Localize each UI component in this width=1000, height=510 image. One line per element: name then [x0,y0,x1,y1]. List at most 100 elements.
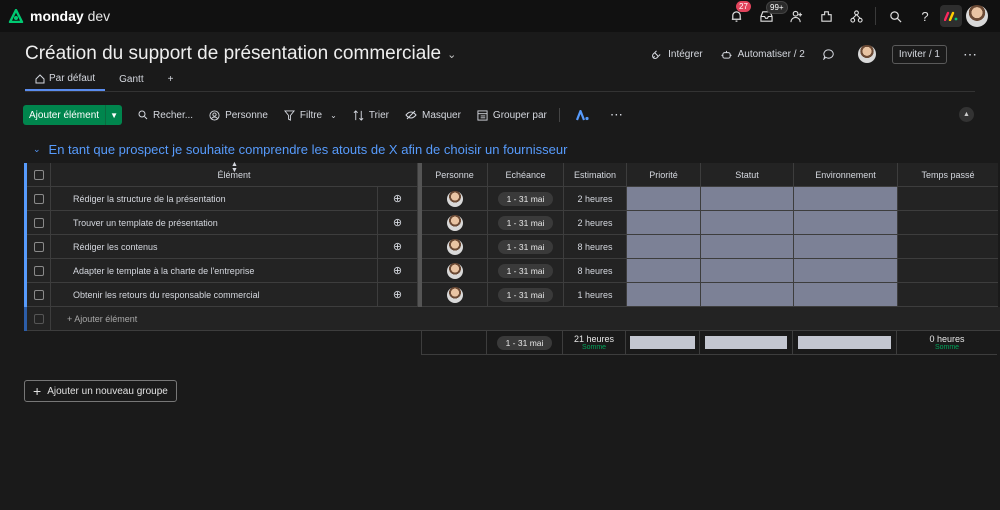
row-checkbox[interactable] [33,217,44,228]
time-spent-cell[interactable] [898,259,998,283]
person-cell[interactable] [422,283,488,307]
environment-cell[interactable] [794,235,898,259]
person-filter-button[interactable]: Personne [209,110,268,121]
status-cell[interactable] [701,235,794,259]
status-cell[interactable] [701,283,794,307]
time-spent-cell[interactable] [898,211,998,235]
integrate-button[interactable]: Intégrer [651,49,703,60]
help-button[interactable]: ? [910,0,940,32]
estimate-cell[interactable]: 8 heures [564,259,627,283]
logo[interactable]: monday dev [8,8,110,24]
ai-assistant-button[interactable] [575,109,594,121]
estimate-cell[interactable]: 2 heures [564,211,627,235]
invite-button[interactable]: Inviter / 1 [891,44,947,64]
column-header-status[interactable]: Statut [701,163,794,187]
column-header-environment[interactable]: Environnement [794,163,898,187]
item-updates-cell[interactable]: ⊕ [378,187,418,211]
item-name-cell[interactable]: Trouver un template de présentation [51,211,378,235]
person-cell[interactable] [422,259,488,283]
priority-cell[interactable] [627,187,701,211]
item-updates-cell[interactable]: ⊕ [378,235,418,259]
status-cell[interactable] [701,187,794,211]
status-cell[interactable] [701,211,794,235]
add-item-row[interactable]: + Ajouter élément [24,307,1000,331]
board-title[interactable]: Création du support de présentation comm… [25,43,456,65]
due-cell[interactable]: 1 - 31 mai [488,283,564,307]
environment-cell[interactable] [794,283,898,307]
row-checkbox[interactable] [33,289,44,300]
more-toolbar-options-icon[interactable]: ⋯ [610,107,623,123]
automate-button[interactable]: Automatiser / 2 [721,49,805,60]
estimate-cell[interactable]: 8 heures [564,235,627,259]
person-cell[interactable] [422,211,488,235]
add-item-input[interactable]: + Ajouter élément [51,307,1000,331]
filter-button[interactable]: Filtre ⌄ [283,110,337,121]
due-cell[interactable]: 1 - 31 mai [488,187,564,211]
estimate-cell[interactable]: 1 heures [564,283,627,307]
column-header-item[interactable]: Élément ▲ ▼ [51,161,418,187]
priority-cell[interactable] [627,211,701,235]
column-header-time-spent[interactable]: Temps passé [898,163,998,187]
item-name-cell[interactable]: Adapter le template à la charte de l'ent… [51,259,378,283]
item-updates-cell[interactable]: ⊕ [378,259,418,283]
column-header-estimate[interactable]: Estimation [564,163,627,187]
add-new-group-button[interactable]: + Ajouter un nouveau groupe [24,380,177,402]
notifications-button[interactable]: 27 [721,0,751,32]
time-spent-cell[interactable] [898,187,998,211]
column-header-person[interactable]: Personne [422,163,488,187]
group-title[interactable]: ⌄ En tant que prospect je souhaite compr… [33,142,567,157]
search-button[interactable] [880,0,910,32]
item-name-cell[interactable]: Rédiger la structure de la présentation [51,187,378,211]
tab-gantt[interactable]: Gantt [105,70,153,91]
priority-cell[interactable] [627,283,701,307]
person-cell[interactable] [422,235,488,259]
hide-button[interactable]: Masquer [405,110,461,121]
group-by-button[interactable]: Grouper par [477,110,547,121]
row-checkbox[interactable] [33,265,44,276]
tab-default[interactable]: Par défaut [25,70,106,91]
time-spent-cell[interactable] [898,283,998,307]
search-toolbar-button[interactable]: Recher... [138,110,193,121]
due-cell[interactable]: 1 - 31 mai [488,259,564,283]
person-cell[interactable] [422,187,488,211]
due-cell[interactable]: 1 - 31 mai [488,211,564,235]
updates-button[interactable] [823,48,840,60]
estimate-cell[interactable]: 2 heures [564,187,627,211]
item-name-cell[interactable]: Obtenir les retours du responsable comme… [51,283,378,307]
table-row[interactable]: Adapter le template à la charte de l'ent… [24,259,998,283]
table-row[interactable]: Trouver un template de présentation ⊕ 1 … [24,211,998,235]
column-header-priority[interactable]: Priorité [627,163,701,187]
item-name-cell[interactable]: Rédiger les contenus [51,235,378,259]
more-options-icon[interactable]: ⋯ [963,46,978,63]
priority-cell[interactable] [627,235,701,259]
products-switcher-button[interactable] [940,5,962,27]
sort-button[interactable]: Trier [353,110,389,121]
column-header-due[interactable]: Echéance [488,163,564,187]
add-item-dropdown[interactable]: ▼ [106,105,122,125]
inbox-button[interactable]: 99+ [751,0,788,32]
board-member-avatar[interactable] [857,45,876,63]
table-row[interactable]: Obtenir les retours du responsable comme… [24,283,998,307]
table-row[interactable]: Rédiger les contenus ⊕ 1 - 31 mai 8 heur… [24,235,998,259]
collapse-header-button[interactable]: ▲ [959,107,974,122]
environment-cell[interactable] [794,259,898,283]
time-spent-cell[interactable] [898,235,998,259]
environment-cell[interactable] [794,211,898,235]
user-avatar[interactable] [966,5,988,27]
date-range-pill: 1 - 31 mai [497,263,554,278]
row-checkbox[interactable] [33,193,44,204]
add-view-button[interactable]: + [154,70,184,91]
environment-cell[interactable] [794,187,898,211]
apps-button[interactable] [811,0,841,32]
due-cell[interactable]: 1 - 31 mai [488,235,564,259]
row-checkbox[interactable] [33,241,44,252]
add-item-button[interactable]: Ajouter élément [23,105,107,125]
table-row[interactable]: Rédiger la structure de la présentation … [24,187,998,211]
select-all-checkbox[interactable] [33,169,44,180]
invite-members-button[interactable] [781,0,811,32]
priority-cell[interactable] [627,259,701,283]
status-cell[interactable] [701,259,794,283]
my-work-button[interactable] [841,0,871,32]
item-updates-cell[interactable]: ⊕ [378,211,418,235]
item-updates-cell[interactable]: ⊕ [378,283,418,307]
